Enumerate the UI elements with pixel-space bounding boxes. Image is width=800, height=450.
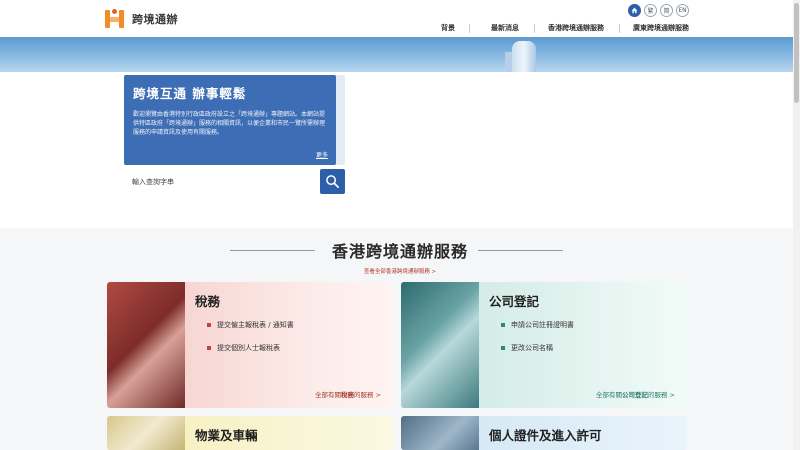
language-switcher: 繁 简 EN xyxy=(628,4,689,17)
service-card-tax[interactable]: 稅務 提交僱主報稅表 / 通知書 提交個別人士報稅表 全部有關稅務的服務 > xyxy=(107,282,393,408)
search-input[interactable] xyxy=(124,169,320,194)
intro-body: 歡迎瀏覽由香港特別行政區政府設立之「跨境通辦」專題網站。本網站提供特區政府「跨境… xyxy=(133,111,326,136)
hero-banner xyxy=(0,37,800,72)
search-icon xyxy=(326,175,339,188)
bullet-icon xyxy=(501,323,505,327)
bullet-icon xyxy=(501,346,505,350)
nav-latest-news[interactable]: 最新消息 xyxy=(491,23,519,33)
nav-gd-services[interactable]: 廣東跨境通辦服務 xyxy=(633,23,689,33)
nav-background[interactable]: 背景 xyxy=(441,23,455,33)
view-all-services-link[interactable]: 查看全部香港跨境通辦服務 > xyxy=(0,267,800,275)
lang-english-button[interactable]: EN xyxy=(676,4,689,17)
bullet-icon xyxy=(207,323,211,327)
card-more-link[interactable]: 全部有關公司登記的服務 > xyxy=(596,389,675,399)
nav-divider xyxy=(469,23,470,33)
site-header: 跨境通辦 繁 简 EN 背景 最新消息 香港跨境通辦服務 廣東跨境通辦服務 xyxy=(0,0,800,37)
nav-hk-services[interactable]: 香港跨境通辦服務 xyxy=(548,23,604,33)
logo-text: 跨境通辦 xyxy=(132,13,178,26)
service-card-property[interactable]: 物業及車輛 xyxy=(107,416,393,450)
tax-image xyxy=(107,282,185,408)
banner-tower xyxy=(512,41,536,72)
scrollbar-thumb[interactable] xyxy=(794,3,799,103)
lang-traditional-button[interactable]: 繁 xyxy=(644,4,657,17)
site-logo[interactable]: 跨境通辦 xyxy=(105,9,178,29)
logo-mark-icon xyxy=(105,9,127,29)
bullet-icon xyxy=(207,346,211,350)
page-scrollbar[interactable] xyxy=(793,0,800,450)
intro-more-link[interactable]: 更多 xyxy=(316,150,328,159)
lang-simplified-button[interactable]: 简 xyxy=(660,4,673,17)
card-title: 稅務 xyxy=(195,294,221,309)
property-image xyxy=(107,416,185,450)
identity-image xyxy=(401,416,479,450)
service-item[interactable]: 提交僱主報稅表 / 通知書 xyxy=(207,320,294,330)
service-item[interactable]: 申請公司註冊證明書 xyxy=(501,320,574,330)
card-service-list: 申請公司註冊證明書 更改公司名稱 xyxy=(501,320,574,366)
nav-divider xyxy=(619,23,620,33)
service-card-company[interactable]: 公司登記 申請公司註冊證明書 更改公司名稱 全部有關公司登記的服務 > xyxy=(401,282,687,408)
card-more-link[interactable]: 全部有關稅務的服務 > xyxy=(315,389,381,399)
home-icon[interactable] xyxy=(628,4,641,17)
search-bar xyxy=(124,169,345,194)
section-title: 香港跨境通辦服務 xyxy=(331,242,468,261)
card-title: 物業及車輛 xyxy=(195,428,258,443)
intro-card: 跨境互通 辦事輕鬆 歡迎瀏覽由香港特別行政區政府設立之「跨境通辦」專題網站。本網… xyxy=(124,75,336,165)
main-nav: 背景 最新消息 香港跨境通辦服務 廣東跨境通辦服務 xyxy=(441,23,689,33)
search-button[interactable] xyxy=(320,169,345,194)
service-item[interactable]: 提交個別人士報稅表 xyxy=(207,343,294,353)
service-item[interactable]: 更改公司名稱 xyxy=(501,343,574,353)
nav-divider xyxy=(534,23,535,33)
card-title: 個人證件及進入許可 xyxy=(489,428,602,443)
card-title: 公司登記 xyxy=(489,294,540,309)
card-service-list: 提交僱主報稅表 / 通知書 提交個別人士報稅表 xyxy=(207,320,294,366)
company-image xyxy=(401,282,479,408)
intro-title: 跨境互通 辦事輕鬆 xyxy=(133,86,247,101)
service-card-identity[interactable]: 個人證件及進入許可 xyxy=(401,416,687,450)
